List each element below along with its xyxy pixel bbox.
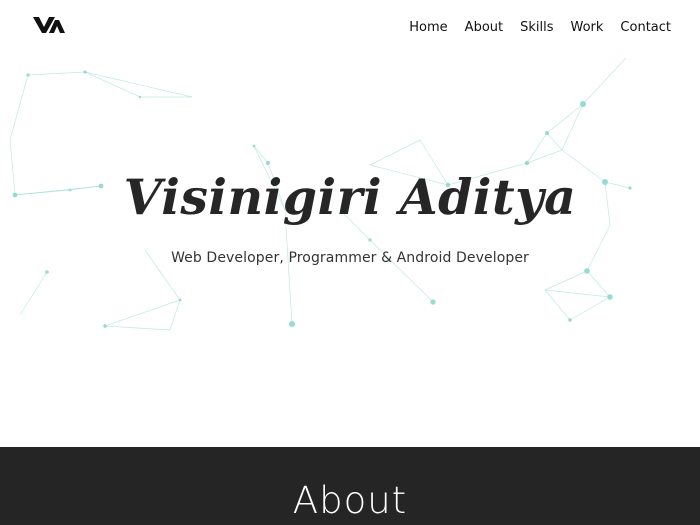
va-logo-icon[interactable] [33,14,65,36]
hero-section: Home About Skills Work Contact Visinigir… [0,0,700,447]
nav-work-link[interactable]: Work [571,19,604,37]
nav-home-link[interactable]: Home [409,19,447,37]
hero-subtitle: Web Developer, Programmer & Android Deve… [171,250,529,266]
nav-skills-link[interactable]: Skills [520,19,553,37]
about-section: About [0,447,700,525]
nav-about-link[interactable]: About [465,19,503,37]
about-heading: About [292,479,408,522]
nav-contact-link[interactable]: Contact [620,19,671,37]
hero-title: Visinigiri Aditya [123,168,577,226]
main-nav: Home About Skills Work Contact [409,19,671,37]
